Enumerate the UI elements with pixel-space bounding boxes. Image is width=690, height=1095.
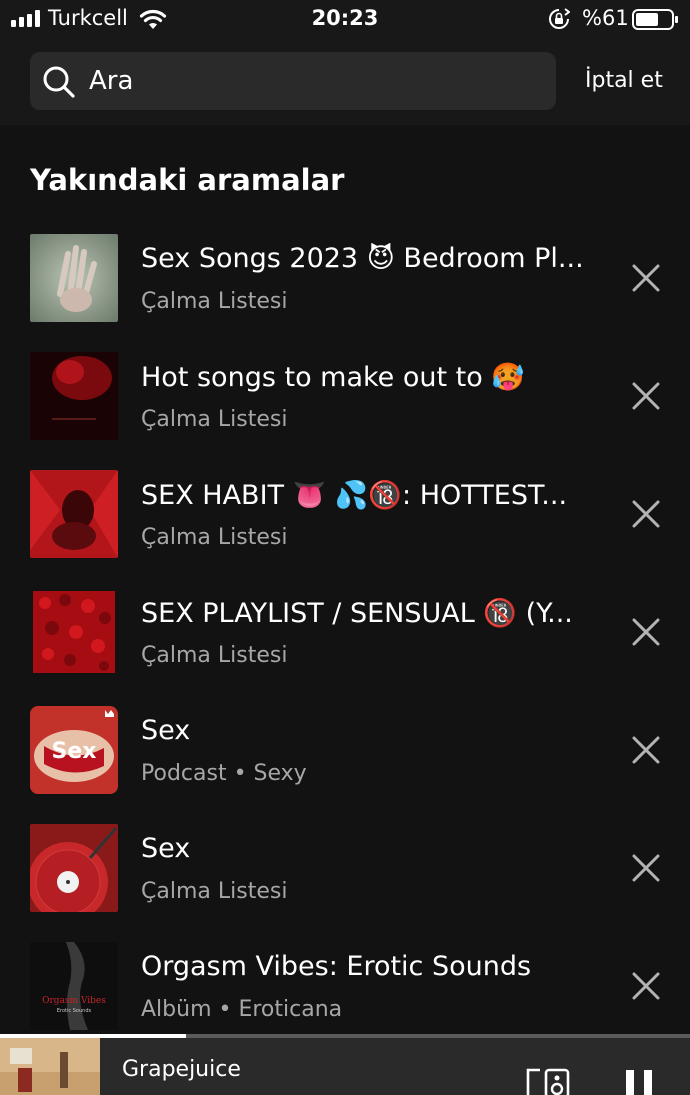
album-cover-subtitle: Erotic Sounds bbox=[57, 1008, 92, 1014]
recent-searches-title: Yakındaki aramalar bbox=[30, 163, 345, 197]
search-input[interactable]: Ara bbox=[30, 52, 556, 110]
close-icon[interactable] bbox=[626, 258, 666, 298]
close-icon[interactable] bbox=[626, 494, 666, 534]
now-playing-title: Grapejuice bbox=[122, 1057, 241, 1082]
recent-searches-list: Sex Songs 2023 😈 Bedroom Pl... Çalma Lis… bbox=[0, 230, 690, 1056]
mini-player[interactable]: Grapejuice bbox=[0, 1034, 690, 1095]
item-subtitle: Çalma Listesi bbox=[141, 407, 288, 432]
item-subtitle: Çalma Listesi bbox=[141, 879, 288, 904]
close-icon[interactable] bbox=[626, 966, 666, 1006]
item-title: SEX HABIT 👅 💦🔞: HOTTEST... bbox=[141, 480, 568, 511]
close-icon[interactable] bbox=[626, 848, 666, 888]
list-item[interactable]: SEX PLAYLIST / SENSUAL 🔞 (Y... Çalma Lis… bbox=[0, 584, 690, 702]
connect-device-icon[interactable] bbox=[526, 1068, 572, 1095]
close-icon[interactable] bbox=[626, 612, 666, 652]
item-subtitle: Çalma Listesi bbox=[141, 643, 288, 668]
close-icon[interactable] bbox=[626, 730, 666, 770]
pause-icon[interactable] bbox=[624, 1070, 654, 1095]
item-subtitle: Albüm • Eroticana bbox=[141, 997, 343, 1022]
list-item[interactable]: SEX HABIT 👅 💦🔞: HOTTEST... Çalma Listesi bbox=[0, 466, 690, 584]
playlist-cover bbox=[30, 588, 118, 676]
search-icon bbox=[43, 66, 75, 98]
cancel-button[interactable]: İptal et bbox=[585, 68, 663, 93]
playlist-cover bbox=[30, 470, 118, 558]
list-item[interactable]: Sex Çalma Listesi bbox=[0, 820, 690, 938]
search-header: Ara İptal et bbox=[0, 40, 690, 125]
playlist-cover bbox=[30, 352, 118, 440]
podcast-cover-text: Sex bbox=[52, 739, 97, 764]
item-subtitle: Podcast • Sexy bbox=[141, 761, 307, 786]
item-title: Hot songs to make out to 🥵 bbox=[141, 362, 525, 393]
item-title: SEX PLAYLIST / SENSUAL 🔞 (Y... bbox=[141, 598, 573, 629]
item-subtitle: Çalma Listesi bbox=[141, 525, 288, 550]
close-icon[interactable] bbox=[626, 376, 666, 416]
playlist-cover bbox=[30, 234, 118, 322]
orientation-lock-icon bbox=[549, 8, 570, 29]
item-title: Orgasm Vibes: Erotic Sounds bbox=[141, 951, 532, 982]
status-bar: Turkcell 20:23 %61 bbox=[0, 0, 690, 40]
now-playing-cover bbox=[0, 1038, 100, 1095]
search-placeholder: Ara bbox=[89, 66, 134, 96]
list-item[interactable]: Hot songs to make out to 🥵 Çalma Listesi bbox=[0, 348, 690, 466]
list-item[interactable]: Sex Songs 2023 😈 Bedroom Pl... Çalma Lis… bbox=[0, 230, 690, 348]
item-title: Sex bbox=[141, 833, 191, 864]
podcast-cover: Sex bbox=[30, 706, 118, 794]
playback-progress bbox=[0, 1034, 690, 1038]
item-title: Sex Songs 2023 😈 Bedroom Pl... bbox=[141, 243, 584, 274]
battery-percent: %61 bbox=[582, 6, 629, 30]
list-item[interactable]: Sex Sex Podcast • Sexy bbox=[0, 702, 690, 820]
album-cover-title: Orgasm Vibes bbox=[42, 996, 106, 1006]
album-cover: Orgasm Vibes Erotic Sounds bbox=[30, 942, 118, 1030]
item-subtitle: Çalma Listesi bbox=[141, 289, 288, 314]
item-title: Sex bbox=[141, 715, 191, 746]
search-screen: Turkcell 20:23 %61 Ara İptal et Yakındak… bbox=[0, 0, 690, 1095]
battery-icon bbox=[632, 9, 678, 30]
playlist-cover bbox=[30, 824, 118, 912]
